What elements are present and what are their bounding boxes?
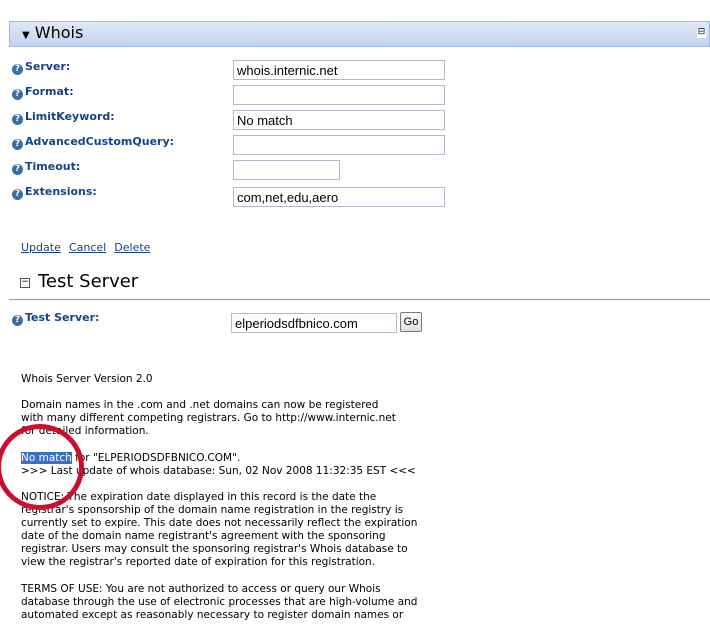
help-icon[interactable]: ? bbox=[12, 114, 23, 125]
help-icon[interactable]: ? bbox=[12, 139, 23, 150]
extensions-label: ? Extensions: bbox=[12, 185, 97, 200]
delete-link[interactable]: Delete bbox=[114, 241, 150, 254]
limitkeyword-input[interactable]: No match bbox=[233, 110, 445, 130]
output-nomatch: No match for "ELPERIODSDFBNICO.COM". >>>… bbox=[21, 452, 416, 477]
advancedcustomquery-label: ? AdvancedCustomQuery: bbox=[12, 135, 174, 150]
output-version: Whois Server Version 2.0 bbox=[21, 373, 153, 385]
expand-arrow-icon: ▼ bbox=[22, 30, 30, 41]
test-server-input[interactable]: elperiodsdfbnico.com bbox=[231, 313, 397, 333]
advancedcustomquery-input[interactable] bbox=[233, 135, 445, 155]
help-icon[interactable]: ? bbox=[12, 189, 23, 200]
test-server-title: Test Server bbox=[38, 271, 139, 292]
action-links: Update Cancel Delete bbox=[21, 236, 150, 255]
help-icon[interactable]: ? bbox=[12, 89, 23, 100]
whois-panel-header[interactable]: ▼ Whois ⊟ bbox=[9, 21, 710, 47]
help-icon[interactable]: ? bbox=[12, 64, 23, 75]
collapse-icon[interactable]: − bbox=[20, 278, 30, 288]
annotation-circle bbox=[0, 424, 84, 510]
extensions-input[interactable]: com,net,edu,aero bbox=[233, 187, 445, 207]
help-icon[interactable]: ? bbox=[12, 164, 23, 175]
timeout-label: ? Timeout: bbox=[12, 160, 80, 175]
collapse-icon[interactable]: ⊟ bbox=[697, 28, 706, 38]
timeout-input[interactable] bbox=[233, 160, 340, 180]
output-terms: TERMS OF USE: You are not authorized to … bbox=[21, 583, 418, 621]
test-server-label: ? Test Server: bbox=[12, 311, 99, 326]
cancel-link[interactable]: Cancel bbox=[69, 241, 106, 254]
section-divider bbox=[9, 299, 710, 300]
limitkeyword-label: ? LimitKeyword: bbox=[12, 110, 115, 125]
format-input[interactable] bbox=[233, 85, 445, 105]
update-link[interactable]: Update bbox=[21, 241, 61, 254]
test-server-header[interactable]: − Test Server bbox=[20, 271, 138, 292]
server-label: ? Server: bbox=[12, 60, 70, 75]
format-label: ? Format: bbox=[12, 85, 74, 100]
output-notice: NOTICE: The expiration date displayed in… bbox=[21, 491, 418, 568]
go-button[interactable]: Go bbox=[400, 312, 422, 332]
whois-panel-title: ▼ Whois bbox=[22, 23, 84, 42]
help-icon[interactable]: ? bbox=[12, 315, 23, 326]
output-paragraph-1: Domain names in the .com and .net domain… bbox=[21, 399, 396, 437]
server-input[interactable]: whois.internic.net bbox=[233, 60, 445, 80]
